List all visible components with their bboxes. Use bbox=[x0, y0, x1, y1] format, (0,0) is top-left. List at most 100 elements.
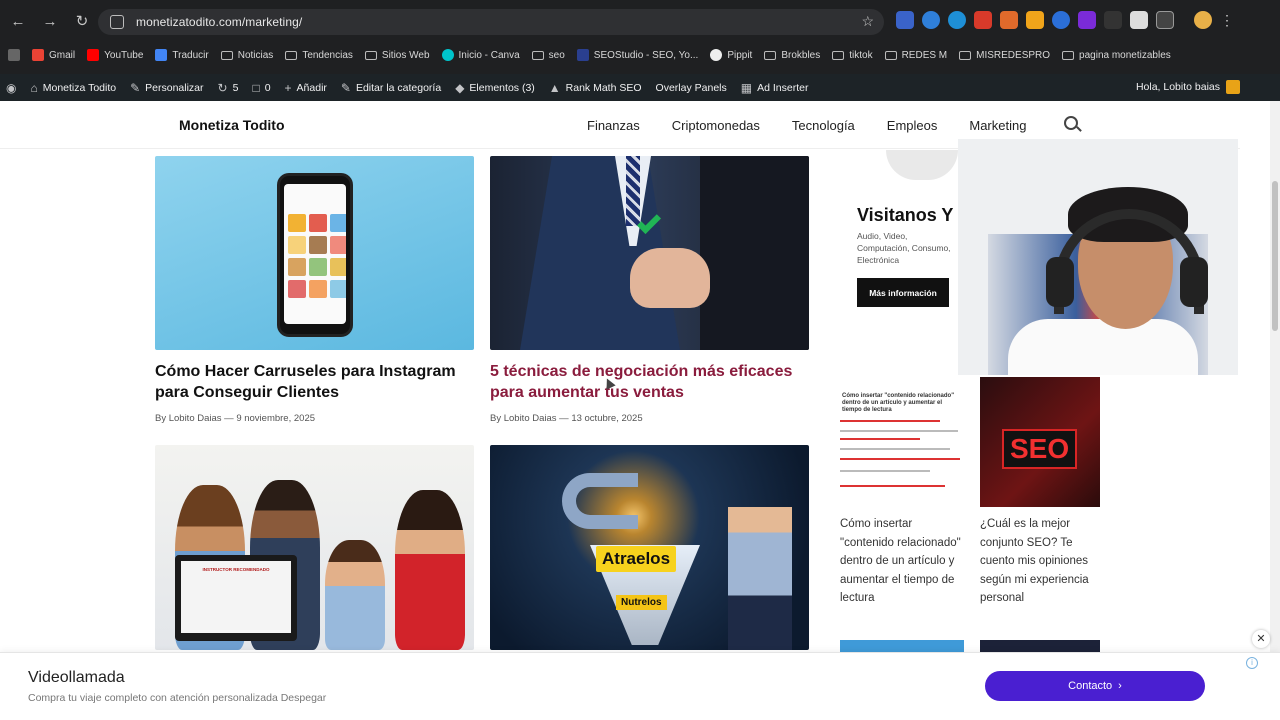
bookmark-folder[interactable]: Brokbles bbox=[764, 50, 820, 61]
youtube-icon bbox=[87, 49, 100, 61]
menu-item-tecnologia[interactable]: Tecnología bbox=[792, 118, 855, 133]
bookmark-folder[interactable]: Tendencias bbox=[285, 50, 353, 61]
bookmark-label: Noticias bbox=[237, 49, 274, 61]
bookmark-item[interactable]: Inicio - Canva bbox=[441, 49, 520, 61]
site-info-icon[interactable] bbox=[110, 15, 124, 29]
thumb-line bbox=[840, 458, 960, 460]
bookmark-folder[interactable]: REDES M bbox=[884, 50, 947, 61]
canva-icon bbox=[441, 49, 454, 61]
photo-tile bbox=[288, 280, 306, 298]
bookmark-folder[interactable]: tiktok bbox=[832, 50, 873, 61]
forward-icon[interactable]: → bbox=[36, 7, 64, 35]
sidebar-ad-title: Visitanos Y bbox=[857, 205, 954, 225]
menu-item-finanzas[interactable]: Finanzas bbox=[587, 118, 640, 133]
extension-icon[interactable] bbox=[1000, 11, 1018, 29]
bookmark-folder[interactable]: Sitios Web bbox=[364, 50, 430, 61]
search-icon[interactable] bbox=[1064, 116, 1078, 130]
bottom-ad-button[interactable]: Contacto › bbox=[985, 671, 1205, 701]
bookmark-folder[interactable]: Noticias bbox=[220, 49, 274, 61]
bookmark-label: MISREDESPRO bbox=[976, 49, 1051, 61]
page-scrollbar[interactable] bbox=[1270, 101, 1280, 652]
address-bar[interactable]: monetizatodito.com/marketing/ ☆ bbox=[98, 9, 884, 35]
folder-icon bbox=[220, 50, 233, 60]
bookmark-folder[interactable]: MISREDESPRO bbox=[959, 50, 1050, 61]
laptop-screen: INSTRUCTOR RECOMENDADO bbox=[181, 561, 291, 633]
extension-icon[interactable] bbox=[1104, 11, 1122, 29]
extension-icon[interactable] bbox=[1078, 11, 1096, 29]
phone-illustration bbox=[277, 173, 353, 337]
menu-item-marketing[interactable]: Marketing bbox=[969, 118, 1026, 133]
wp-greeting: Hola, Lobito baias bbox=[1135, 81, 1220, 93]
wp-elements[interactable]: ◆ Elementos (3) bbox=[455, 81, 535, 95]
bookmark-item[interactable]: SEOStudio - SEO, Yo... bbox=[576, 49, 698, 61]
wp-new[interactable]: + Añadir bbox=[285, 81, 327, 95]
pippit-icon bbox=[710, 49, 723, 61]
wp-rank-math[interactable]: ▲ Rank Math SEO bbox=[549, 81, 642, 95]
wp-comments[interactable]: □ 0 bbox=[252, 81, 270, 95]
menu-kebab-icon[interactable]: ⋮ bbox=[1220, 11, 1238, 29]
post-image-negotiation[interactable] bbox=[490, 156, 809, 350]
sidebar-post-thumb[interactable]: SEO bbox=[980, 377, 1100, 507]
folder-icon bbox=[832, 50, 845, 60]
extension-icon[interactable] bbox=[1052, 11, 1070, 29]
menu-item-empleos[interactable]: Empleos bbox=[887, 118, 938, 133]
folder-icon bbox=[959, 50, 972, 60]
bookmark-label: YouTube bbox=[104, 49, 144, 61]
bookmark-item[interactable]: Gmail bbox=[32, 49, 75, 61]
extensions-puzzle-icon[interactable] bbox=[1156, 11, 1174, 29]
wp-item-label: 5 bbox=[232, 81, 239, 94]
bookmark-star-icon[interactable]: ☆ bbox=[861, 13, 874, 30]
seo-label: SEO bbox=[1002, 429, 1078, 469]
ad-info-icon[interactable]: i bbox=[1246, 657, 1258, 669]
bookmark-item[interactable]: Pippit bbox=[710, 49, 752, 61]
wp-account[interactable]: Hola, Lobito baias bbox=[1136, 80, 1240, 94]
extension-icon[interactable] bbox=[922, 11, 940, 29]
site-brand[interactable]: Monetiza Todito bbox=[179, 117, 285, 133]
wp-item-label: Elementos (3) bbox=[469, 81, 535, 94]
extension-icon[interactable] bbox=[896, 11, 914, 29]
wp-overlay-panels[interactable]: Overlay Panels bbox=[656, 82, 727, 94]
extension-icon[interactable] bbox=[1130, 11, 1148, 29]
url-text[interactable]: monetizatodito.com/marketing/ bbox=[136, 15, 302, 29]
post-image-instagram[interactable] bbox=[155, 156, 474, 350]
extension-icon[interactable] bbox=[1026, 11, 1044, 29]
wp-updates[interactable]: ↻ 5 bbox=[218, 81, 239, 95]
profile-avatar[interactable] bbox=[1194, 11, 1212, 29]
thumb-line bbox=[840, 470, 930, 472]
wp-logo[interactable]: ◉ bbox=[6, 81, 16, 95]
bookmark-label: Gmail bbox=[49, 49, 76, 61]
thumb-line bbox=[840, 485, 945, 487]
scrollbar-thumb[interactable] bbox=[1272, 181, 1278, 331]
reload-icon[interactable]: ↻ bbox=[68, 7, 96, 35]
headphone-cup bbox=[1046, 257, 1074, 307]
back-icon[interactable]: ← bbox=[4, 7, 32, 35]
bookmark-item[interactable]: Traducir bbox=[155, 49, 209, 61]
sidebar-post-title[interactable]: Cómo insertar "contenido relacionado" de… bbox=[840, 515, 968, 608]
bookmark-item[interactable]: YouTube bbox=[87, 49, 143, 61]
wp-ad-inserter[interactable]: ▦ Ad Inserter bbox=[741, 81, 809, 95]
sidebar-post-title[interactable]: ¿Cuál es la mejor conjunto SEO? Te cuent… bbox=[980, 515, 1100, 608]
extension-icon[interactable] bbox=[974, 11, 992, 29]
wp-customize[interactable]: ✎ Personalizar bbox=[130, 81, 203, 95]
bookmark-folder[interactable]: seo bbox=[531, 50, 565, 61]
sidebar-post-thumb[interactable] bbox=[980, 640, 1100, 652]
bookmark-folder[interactable]: pagina monetizables bbox=[1062, 50, 1171, 61]
menu-item-criptomonedas[interactable]: Criptomonedas bbox=[672, 118, 760, 133]
post-image-team[interactable]: INSTRUCTOR RECOMENDADO bbox=[155, 445, 474, 650]
close-icon[interactable]: ✕ bbox=[1252, 630, 1270, 648]
bookmark-apps[interactable] bbox=[8, 49, 20, 61]
bottom-ad-title[interactable]: Videollamada bbox=[28, 669, 125, 687]
sidebar-post-thumb[interactable] bbox=[840, 640, 964, 652]
wp-site-name[interactable]: ⌂ Monetiza Todito bbox=[30, 81, 116, 95]
sidebar-post-thumb[interactable]: Cómo insertar "contenido relacionado" de… bbox=[840, 390, 964, 507]
post-image-funnel[interactable]: Atraelos Nutrelos bbox=[490, 445, 809, 650]
post-title-link[interactable]: Cómo Hacer Carruseles para Instagram par… bbox=[155, 361, 475, 403]
webcam-overlay bbox=[958, 139, 1238, 375]
extension-icon[interactable] bbox=[948, 11, 966, 29]
wp-item-label: 0 bbox=[264, 81, 271, 94]
sidebar-ad-button[interactable]: Más información bbox=[857, 278, 949, 307]
wp-item-label: Rank Math SEO bbox=[565, 81, 642, 94]
post-title-link[interactable]: 5 técnicas de negociación más eficaces p… bbox=[490, 361, 810, 403]
person-shape bbox=[325, 540, 385, 650]
wp-edit-category[interactable]: ✎ Editar la categoría bbox=[341, 81, 441, 95]
